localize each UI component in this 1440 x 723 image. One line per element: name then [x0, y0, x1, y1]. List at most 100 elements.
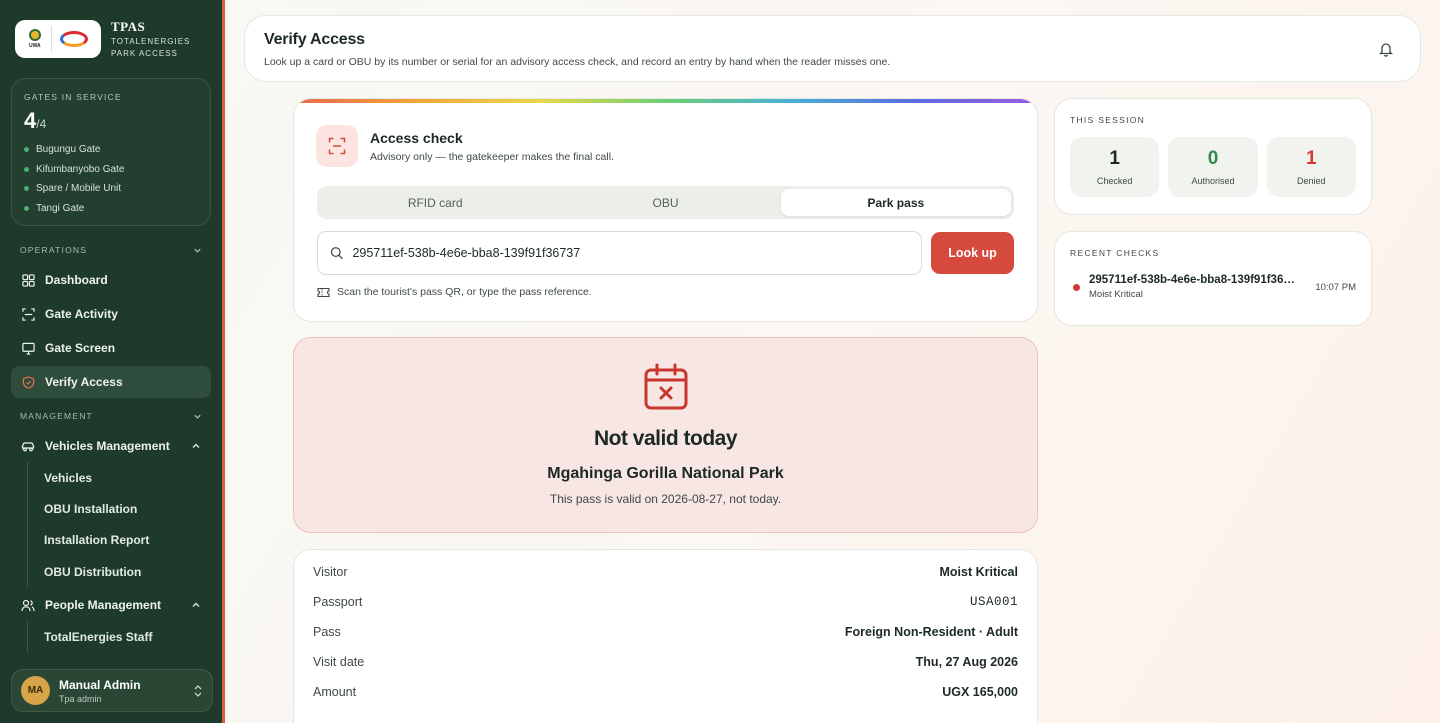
nav-label: Verify Access [45, 375, 123, 389]
sidebar: UWA TPAS TOTALENERGIES PARK ACCESS GATES… [0, 0, 225, 723]
hint-text: Scan the tourist's pass QR, or type the … [337, 286, 592, 298]
detail-row: Amount UGX 165,000 [313, 677, 1018, 707]
nav-totalenergies-staff[interactable]: TotalEnergies Staff [28, 621, 222, 652]
detail-value: Foreign Non-Resident · Adult [844, 625, 1018, 639]
selector-icon [194, 684, 202, 697]
access-check-subtitle: Advisory only — the gatekeeper makes the… [370, 150, 614, 163]
gate-list: Bugungu Gate Kifumbanyobo Gate Spare / M… [24, 140, 198, 218]
recent-label: RECENT CHECKS [1070, 248, 1160, 258]
detail-key: Visitor [313, 565, 348, 579]
brand-logos[interactable]: UWA [15, 19, 101, 58]
users-icon [21, 598, 35, 612]
uwa-logo: UWA [24, 25, 46, 53]
search-icon [330, 247, 343, 260]
tab-obu[interactable]: OBU [550, 189, 780, 216]
car-icon [21, 439, 35, 453]
stat-value: 1 [1306, 148, 1317, 169]
bell-icon[interactable] [1379, 41, 1393, 57]
denied-dot-icon [1073, 283, 1080, 291]
tab-rfid-card[interactable]: RFID card [320, 189, 550, 216]
shield-icon [21, 375, 35, 389]
recent-checks-card: RECENT CHECKS 295711ef-538b-4e6e-bba8-13… [1054, 231, 1372, 326]
nav-gate-screen[interactable]: Gate Screen [11, 332, 211, 364]
nav-vehicles-management[interactable]: Vehicles Management [11, 430, 211, 462]
gate-name: Tangi Gate [36, 202, 85, 214]
look-up-button[interactable]: Look up [931, 232, 1014, 274]
recent-name: Moist Kritical [1089, 289, 1143, 300]
nav-obu-installation[interactable]: OBU Installation [28, 493, 222, 524]
gates-total: /4 [36, 117, 47, 131]
search-field [317, 231, 922, 275]
gates-in-service-card: GATES IN SERVICE 4/4 Bugungu Gate Kifumb… [11, 78, 211, 226]
pass-details-card: Visitor Moist Kritical Passport USA001 Pas… [293, 549, 1038, 723]
recent-time: 10:07 PM [1315, 281, 1356, 293]
ticket-icon [317, 287, 330, 297]
totalenergies-logo [58, 28, 92, 50]
session-label: THIS SESSION [1070, 115, 1146, 125]
nav-label: Gate Activity [45, 307, 118, 321]
stat-value: 1 [1109, 148, 1120, 169]
section-management[interactable]: MANAGEMENT [0, 406, 222, 426]
scan-icon [21, 307, 35, 321]
chevron-down-icon [194, 248, 201, 253]
stat-checked: 1 Checked [1070, 137, 1160, 197]
brand: UWA TPAS TOTALENERGIES PARK ACCESS [0, 0, 222, 62]
gate-item: Spare / Mobile Unit [24, 179, 198, 199]
grid-icon [21, 273, 35, 287]
status-dot-icon [24, 205, 29, 211]
tab-park-pass[interactable]: Park pass [780, 189, 1011, 216]
access-check-title: Access check [370, 129, 463, 146]
result-message: This pass is valid on 2026-08-27, not to… [549, 492, 782, 506]
gate-item: Tangi Gate [24, 199, 198, 219]
result-card: Not valid today Mgahinga Gorilla Nationa… [293, 337, 1038, 533]
lookup-type-tabs: RFID card OBU Park pass [317, 186, 1014, 219]
stat-denied: 1 Denied [1266, 137, 1356, 197]
gate-item: Kifumbanyobo Gate [24, 160, 198, 180]
nav-dashboard[interactable]: Dashboard [11, 264, 211, 296]
nav-obu-distribution[interactable]: OBU Distribution [28, 556, 222, 587]
status-dot-icon [24, 147, 29, 153]
section-operations[interactable]: OPERATIONS [0, 240, 222, 260]
nav-vehicles[interactable]: Vehicles [28, 462, 222, 493]
list-item[interactable]: 295711ef-538b-4e6e-bba8-139f91f36737 Moi… [1070, 274, 1356, 300]
section-label: OPERATIONS [20, 245, 88, 255]
nav-gate-activity[interactable]: Gate Activity [11, 298, 211, 330]
brand-subtitle-1: TOTALENERGIES [111, 36, 191, 46]
stat-value: 0 [1207, 148, 1219, 169]
stat-authorised: 0 Authorised [1168, 137, 1258, 197]
chevron-up-icon [192, 443, 200, 448]
nav-verify-access[interactable]: Verify Access [11, 366, 211, 398]
this-session-card: THIS SESSION 1 Checked 0 Authorised 1 De… [1054, 98, 1372, 215]
page-subtitle: Look up a card or OBU by its number or s… [264, 56, 891, 68]
page-header: Verify Access Look up a card or OBU by i… [244, 15, 1421, 82]
people-submenu: TotalEnergies Staff [27, 621, 222, 653]
detail-row: Visit date Thu, 27 Aug 2026 [313, 647, 1018, 677]
search-input[interactable] [352, 246, 909, 260]
gate-item: Bugungu Gate [24, 140, 198, 160]
result-park: Mgahinga Gorilla National Park [547, 465, 784, 482]
nav-installation-report[interactable]: Installation Report [28, 525, 222, 556]
section-label: MANAGEMENT [20, 411, 93, 421]
scan-frame-icon [316, 125, 358, 167]
detail-value: Moist Kritical [939, 565, 1019, 579]
chevron-up-icon [192, 602, 200, 608]
brand-subtitle-2: PARK ACCESS [111, 48, 178, 58]
nav-label: Dashboard [45, 273, 108, 287]
nav-people-management[interactable]: People Management [11, 589, 211, 621]
access-check-card: Access check Advisory only — the gatekee… [293, 98, 1038, 322]
detail-row: Pass Foreign Non-Resident · Adult [313, 617, 1018, 647]
lookup-hint: Scan the tourist's pass QR, or type the … [317, 286, 1037, 298]
gate-name: Bugungu Gate [36, 144, 101, 156]
user-menu[interactable]: MA Manual Admin Tpa admin [11, 669, 213, 712]
detail-key: Visit date [313, 655, 365, 669]
stat-label: Denied [1297, 176, 1326, 186]
recent-id: 295711ef-538b-4e6e-bba8-139f91f36737 [1089, 274, 1299, 286]
detail-key: Passport [313, 595, 363, 609]
stat-label: Authorised [1191, 176, 1235, 186]
stat-label: Checked [1096, 176, 1133, 186]
gates-label: GATES IN SERVICE [24, 92, 122, 102]
brand-title: TPAS [111, 18, 146, 34]
nav-label: Vehicles Management [45, 439, 170, 453]
nav-label: Gate Screen [45, 341, 116, 355]
detail-row: Passport USA001 [313, 587, 1018, 617]
